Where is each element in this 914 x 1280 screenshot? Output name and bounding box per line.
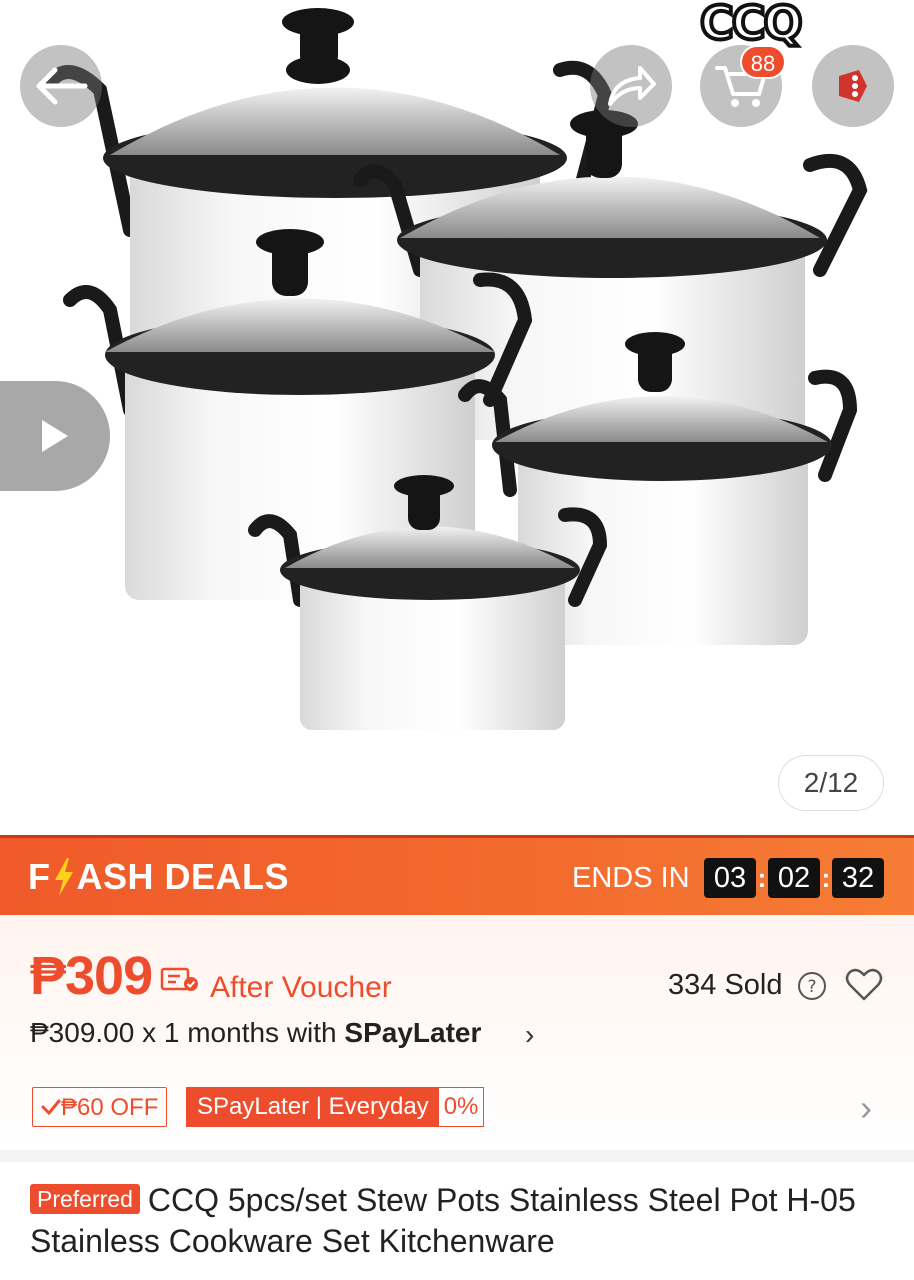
discount-label: ₱60 OFF bbox=[61, 1093, 159, 1121]
back-arrow-icon bbox=[36, 67, 88, 105]
product-page: CCQ 88 2/12 F ASH DEALS ENDS IN 03: 02 … bbox=[0, 0, 914, 1280]
voucher-icon bbox=[160, 967, 198, 991]
timer-minutes: 02 bbox=[768, 858, 820, 898]
spaylater-installment[interactable]: ₱309.00 x 1 months with SPayLater bbox=[30, 1017, 481, 1049]
timer-seconds: 32 bbox=[832, 858, 884, 898]
ends-in-label: ENDS IN bbox=[572, 862, 690, 894]
share-button[interactable] bbox=[590, 45, 672, 127]
heart-icon[interactable] bbox=[845, 968, 883, 1002]
timer-separator: : bbox=[821, 862, 831, 893]
price: ₱309 bbox=[30, 946, 153, 1006]
timer-separator: : bbox=[757, 862, 767, 893]
spaylater-tag-rate: 0% bbox=[438, 1088, 484, 1126]
spaylater-tag[interactable]: SPayLater | Everyday 0% bbox=[186, 1087, 485, 1127]
timer-hours: 03 bbox=[704, 858, 756, 898]
installment-text: ₱309.00 x 1 months with bbox=[30, 1017, 345, 1048]
flash-deals-bar[interactable]: F ASH DEALS ENDS IN 03 : 02 : 32 bbox=[0, 835, 914, 915]
lightning-icon bbox=[54, 858, 73, 896]
flash-title-prefix: F bbox=[28, 856, 51, 897]
preferred-badge: Preferred bbox=[30, 1184, 140, 1214]
svg-text:?: ? bbox=[807, 977, 816, 997]
after-voucher-label: After Voucher bbox=[210, 971, 392, 1004]
check-icon bbox=[41, 1099, 61, 1116]
brand-logo: CCQ bbox=[698, 0, 805, 50]
product-image-gallery[interactable]: CCQ 88 2/12 bbox=[0, 0, 914, 835]
chevron-right-icon[interactable]: › bbox=[860, 1087, 872, 1129]
help-icon[interactable]: ? bbox=[796, 970, 828, 1002]
product-title-block: Preferred CCQ 5pcs/set Stew Pots Stainles… bbox=[30, 1180, 890, 1262]
flash-deals-title: F ASH DEALS bbox=[28, 856, 289, 898]
chevron-right-icon[interactable]: › bbox=[525, 1019, 534, 1051]
section-divider bbox=[0, 1150, 914, 1162]
play-icon bbox=[42, 420, 68, 452]
price-section: ₱309 After Voucher 334 Sold ? ₱309.00 x … bbox=[0, 915, 914, 1150]
installment-brand: SPayLater bbox=[344, 1017, 482, 1048]
play-video-button[interactable] bbox=[0, 381, 110, 491]
product-image bbox=[45, 8, 868, 730]
image-counter: 2/12 bbox=[778, 755, 884, 811]
more-button[interactable] bbox=[812, 45, 894, 127]
cart-count-badge: 88 bbox=[740, 45, 786, 79]
back-button[interactable] bbox=[20, 45, 102, 127]
more-icon bbox=[839, 70, 867, 102]
share-icon bbox=[608, 66, 656, 106]
spaylater-tag-label: SPayLater | Everyday bbox=[187, 1088, 439, 1126]
sold-count: 334 Sold bbox=[668, 969, 783, 1001]
discount-tag[interactable]: ₱60 OFF bbox=[32, 1087, 168, 1127]
flash-title-suffix: ASH DEALS bbox=[76, 856, 290, 897]
product-title: CCQ 5pcs/set Stew Pots Stainless Steel P… bbox=[30, 1182, 856, 1259]
countdown-timer: 03 : 02 : 32 bbox=[704, 858, 884, 898]
